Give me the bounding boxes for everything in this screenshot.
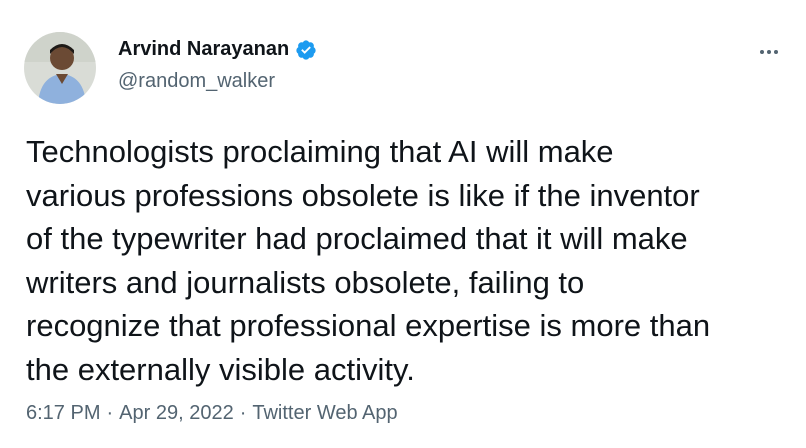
more-options-icon[interactable] (754, 42, 784, 62)
verified-badge-icon (295, 39, 317, 61)
more-dot (767, 50, 771, 54)
tweet-card: Arvind Narayanan @random_walker Technolo… (0, 0, 806, 448)
more-dot (774, 50, 778, 54)
avatar-image (24, 32, 96, 104)
tweet-time[interactable]: 6:17 PM (26, 402, 100, 425)
meta-separator: · (239, 402, 247, 424)
tweet-text: Technologists proclaiming that AI will m… (26, 134, 711, 387)
tweet-source[interactable]: Twitter Web App (252, 402, 397, 425)
author-name-row: Arvind Narayanan (118, 38, 317, 61)
more-dot (760, 50, 764, 54)
author-display-name[interactable]: Arvind Narayanan (118, 38, 289, 61)
author-handle[interactable]: @random_walker (118, 70, 275, 93)
tweet-metadata: 6:17 PM · Apr 29, 2022 · Twitter Web App (26, 402, 398, 425)
avatar[interactable] (24, 32, 96, 104)
meta-separator: · (106, 402, 114, 424)
tweet-date[interactable]: Apr 29, 2022 (119, 402, 234, 425)
